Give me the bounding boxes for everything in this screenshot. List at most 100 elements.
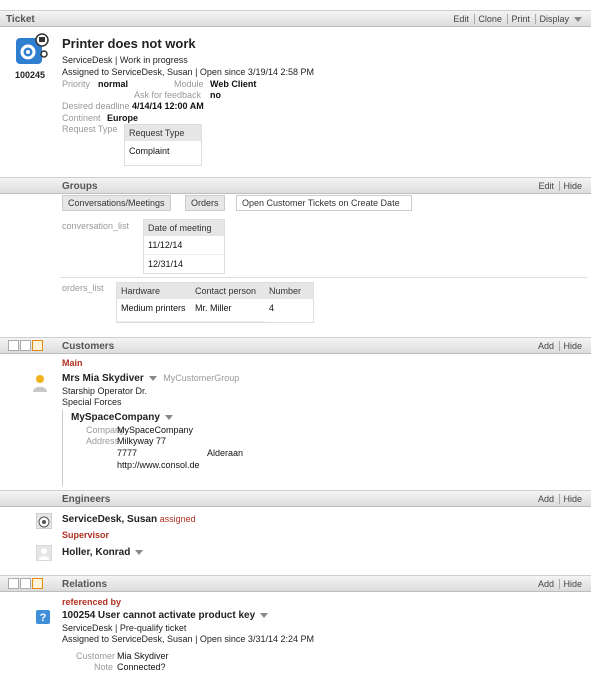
ticket-actions: Edit Clone Print Display	[450, 14, 585, 24]
company-name-row: MySpaceCompany	[71, 412, 173, 423]
continent-label: Continent	[62, 113, 101, 123]
relations-add-button[interactable]: Add	[535, 579, 557, 589]
ticket-assignment: Assigned to ServiceDesk, Susan | Open si…	[62, 67, 314, 77]
ticket-section-header: Ticket Edit Clone Print Display	[0, 10, 591, 27]
customer-line2: Special Forces	[62, 397, 122, 407]
layout-list-icon[interactable]	[20, 578, 31, 589]
relation-type: referenced by	[62, 597, 122, 607]
groups-hide-button[interactable]: Hide	[559, 181, 585, 191]
ticket-gear-icon	[14, 32, 50, 70]
engineers-hide-button[interactable]: Hide	[559, 494, 585, 504]
relations-section-title: Relations	[62, 579, 108, 590]
company-name[interactable]: MySpaceCompany	[71, 412, 160, 423]
contact-person-cell: Mr. Miller	[191, 299, 265, 322]
groups-edit-button[interactable]: Edit	[535, 181, 557, 191]
groups-actions: Edit Hide	[535, 181, 585, 191]
ticket-id: 100245	[15, 70, 46, 80]
groups-section-title: Groups	[62, 181, 98, 192]
layout-single-icon[interactable]	[8, 578, 19, 589]
priority-label: Priority	[62, 79, 91, 89]
orders-list-label: orders_list	[62, 283, 104, 293]
question-icon: ?	[36, 610, 50, 626]
edit-button[interactable]: Edit	[450, 14, 472, 24]
date-of-meeting-header: Date of meeting	[144, 220, 224, 236]
display-menu-button[interactable]: Display	[535, 14, 585, 24]
engineers-add-button[interactable]: Add	[535, 494, 557, 504]
relation-note-label: Note	[94, 662, 114, 672]
page-title: Printer does not work	[62, 36, 196, 51]
table-row[interactable]: Medium printers Mr. Miller 4	[117, 299, 313, 322]
customer-role: Main	[62, 358, 83, 368]
customer-name[interactable]: Mrs Mia Skydiver	[62, 373, 144, 384]
module-label: Module	[174, 79, 204, 89]
feedback-value: no	[210, 90, 221, 100]
number-cell: 4	[269, 303, 275, 313]
feedback-label: Ask for feedback	[134, 90, 202, 100]
clone-button[interactable]: Clone	[474, 14, 505, 24]
chevron-down-icon[interactable]	[260, 613, 269, 619]
tab-orders[interactable]: Orders	[185, 195, 225, 211]
engineers-actions: Add Hide	[535, 494, 585, 504]
address-zip: 7777	[117, 448, 138, 458]
orders-header-row: Hardware Contact person Number	[117, 283, 313, 299]
address-web-link[interactable]: http://www.consol.de	[117, 460, 200, 470]
request-type-value[interactable]: Complaint	[125, 141, 201, 165]
relation-note-value: Connected?	[117, 662, 166, 672]
contact-person-header: Contact person	[191, 283, 265, 299]
chevron-down-icon[interactable]	[135, 550, 144, 556]
customers-add-button[interactable]: Add	[535, 341, 557, 351]
number-header: Number	[265, 283, 313, 299]
supervisor-avatar-icon	[35, 544, 53, 563]
tab-conversations-meetings[interactable]: Conversations/Meetings	[62, 195, 171, 211]
address-street: Milkyway 77	[117, 436, 167, 446]
layout-detail-icon[interactable]	[32, 578, 43, 589]
request-type-label: Request Type	[62, 124, 118, 134]
customers-section-title: Customers	[62, 341, 115, 352]
deadline-label: Desired deadline	[62, 101, 130, 111]
hardware-cell: Medium printers	[117, 299, 191, 322]
divider	[60, 277, 587, 278]
layout-list-icon[interactable]	[20, 340, 31, 351]
continent-value: Europe	[107, 113, 139, 123]
related-ticket-title[interactable]: User cannot activate product key	[98, 610, 255, 621]
customers-actions: Add Hide	[535, 341, 585, 351]
conversation-table: Date of meeting 11/12/14 12/31/14	[143, 219, 225, 274]
relations-actions: Add Hide	[535, 579, 585, 589]
layout-switcher	[8, 578, 43, 589]
engineer-avatar-icon	[35, 512, 53, 531]
customers-section-header: Customers Add Hide	[0, 337, 591, 354]
relations-hide-button[interactable]: Hide	[559, 579, 585, 589]
print-button[interactable]: Print	[507, 14, 533, 24]
ticket-section-title: Ticket	[6, 14, 35, 25]
conversation-list-label: conversation_list	[62, 221, 130, 231]
relation-customer-label: Customer	[76, 651, 116, 661]
customers-hide-button[interactable]: Hide	[559, 341, 585, 351]
request-type-header: Request Type	[125, 125, 201, 141]
chevron-down-icon	[574, 17, 582, 23]
relation-customer-value: Mia Skydiver	[117, 651, 169, 661]
module-value: Web Client	[210, 79, 257, 89]
engineers-section-header: Engineers Add Hide	[0, 490, 591, 507]
customer-name-row: Mrs Mia Skydiver MyCustomerGroup	[62, 373, 239, 384]
engineer-name[interactable]: ServiceDesk, Susan	[62, 514, 157, 525]
customer-line1: Starship Operator Dr.	[62, 386, 148, 396]
chevron-down-icon[interactable]	[148, 376, 157, 382]
priority-value: normal	[98, 79, 129, 89]
supervisor-role: Supervisor	[62, 530, 110, 540]
address-label: Address	[86, 436, 120, 446]
layout-detail-icon[interactable]	[32, 340, 43, 351]
table-row[interactable]: 12/31/14	[144, 255, 224, 273]
company-value: MySpaceCompany	[117, 425, 194, 435]
layout-single-icon[interactable]	[8, 340, 19, 351]
groups-section-header: Groups Edit Hide	[0, 177, 591, 194]
engineer-row: ServiceDesk, Susan assigned	[62, 514, 196, 525]
layout-switcher	[8, 340, 43, 351]
related-ticket-id[interactable]: 100254	[62, 610, 95, 621]
orders-table: Hardware Contact person Number Medium pr…	[116, 282, 314, 323]
company-block-border	[62, 410, 63, 486]
chevron-down-icon[interactable]	[164, 415, 173, 421]
deadline-value: 4/14/14 12:00 AM	[132, 101, 204, 111]
tab-open-customer-tickets[interactable]: Open Customer Tickets on Create Date	[236, 195, 412, 211]
supervisor-name[interactable]: Holler, Konrad	[62, 547, 130, 558]
table-row[interactable]: 11/12/14	[144, 236, 224, 255]
